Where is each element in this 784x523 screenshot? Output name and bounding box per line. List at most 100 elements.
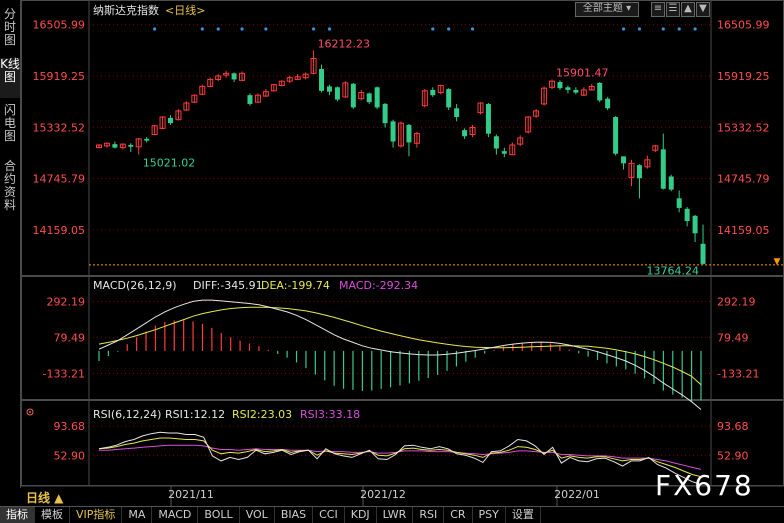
indicator-tab[interactable]: VIP指标 — [70, 507, 123, 523]
list-icon[interactable]: ☰ — [666, 2, 680, 17]
event-marker-dot — [153, 27, 157, 31]
x-axis-label: 2021/12 — [360, 488, 406, 501]
event-marker-dot — [431, 27, 435, 31]
event-marker-dot — [327, 27, 332, 31]
indicator-tab[interactable]: MA — [122, 507, 153, 523]
macd-legend-dea: DEA:-199.74 — [261, 279, 330, 292]
price-y-tick-left: 15332.52 — [33, 121, 86, 134]
indicator-tab[interactable]: CCI — [313, 507, 345, 523]
rsi-y-tick-left: 52.90 — [54, 449, 86, 462]
candle-body-down — [350, 83, 356, 108]
candle-body-down — [406, 124, 412, 143]
rsi2-line — [98, 437, 702, 478]
indicator-tab[interactable]: BIAS — [275, 507, 314, 523]
rsi-legend-rsi2: RSI2:23.03 — [232, 408, 292, 421]
macd-y-tick-right: -133.21 — [717, 367, 759, 380]
indicator-tab[interactable]: CR — [444, 507, 473, 523]
indicator-tab[interactable]: KDJ — [345, 507, 377, 523]
rsi-legend-rsi1: RSI1:12.12 — [165, 408, 225, 421]
candle-body-down — [454, 108, 460, 118]
candle-body-down — [390, 121, 396, 142]
period-label: <日线> — [165, 3, 205, 17]
price-candles — [89, 27, 784, 266]
up-arrow-icon[interactable]: ▲ — [681, 2, 695, 17]
candle-body-down — [565, 87, 571, 90]
sidebar-tab-flash[interactable]: 闪电图 — [0, 104, 20, 156]
event-marker-dot — [200, 27, 204, 31]
sidebar-tab-label: K线图 — [0, 57, 20, 84]
indicator-tab[interactable]: 指标 — [0, 507, 35, 523]
candle-body-down — [668, 176, 674, 190]
candle-body-down — [334, 87, 340, 100]
chart-area[interactable]: 16505.99 16505.99 15919.25 15919.25 15332.52… — [21, 0, 784, 522]
panel-border — [21, 276, 784, 400]
rsi-y-tick-left: 93.68 — [54, 420, 86, 433]
indicator-tab[interactable]: 设置 — [506, 507, 541, 523]
down-arrow-icon[interactable]: ▼ — [696, 2, 710, 17]
rsi-legend-title: RSI(6,12,24) — [93, 408, 161, 421]
price-annotation-label: 15021.02 — [143, 157, 196, 170]
price-y-tick-right: 15919.25 — [717, 70, 770, 83]
theme-select[interactable]: 全部主题 ▾ — [575, 2, 639, 17]
candle-body-down — [684, 208, 690, 222]
macd-panel — [98, 299, 702, 410]
panel-border — [21, 0, 784, 276]
macd-y-tick-left: 79.49 — [54, 331, 86, 344]
x-axis-label: 2022/01 — [554, 488, 600, 501]
candle-body-down — [605, 98, 611, 109]
price-y-tick-right: 14159.05 — [717, 224, 770, 237]
sidebar-tab-contract-info[interactable]: 合约资料 — [0, 160, 20, 212]
chart-text: 16505.99 16505.99 15919.25 15919.25 15332.52… — [26, 3, 781, 501]
indicator-tab[interactable]: PSY — [473, 507, 506, 523]
candle-body-down — [613, 117, 619, 154]
candle-body-down — [573, 89, 579, 93]
theme-select-label: 全部主题 — [582, 3, 623, 14]
candle-body-down — [636, 165, 642, 179]
event-marker-dot — [637, 27, 642, 31]
macd-y-tick-left: -133.21 — [43, 367, 85, 380]
chart-canvas[interactable]: 16505.99 16505.99 15919.25 15919.25 15332.52… — [21, 0, 784, 522]
candle-body-down — [128, 145, 134, 147]
candle-body-down — [319, 68, 325, 91]
candle-body-down — [621, 156, 627, 164]
period-selector[interactable]: 日线 ▲ — [26, 489, 63, 506]
rsi-y-tick-right: 93.68 — [717, 420, 749, 433]
candle-body-down — [692, 215, 698, 234]
macd-legend-title: MACD(26,12,9) — [93, 279, 177, 292]
macd-y-tick-right: 79.49 — [717, 331, 749, 344]
price-y-tick-left: 14745.79 — [33, 173, 86, 186]
fx678-watermark: FX678 — [655, 469, 754, 502]
candle-body-down — [144, 138, 150, 141]
candle-body-down — [676, 198, 682, 208]
candle-body-down — [493, 136, 499, 149]
indicator-tab[interactable]: LWR — [377, 507, 414, 523]
sidebar-tab-label: 闪电图 — [3, 103, 16, 143]
candle-body-down — [326, 86, 332, 92]
event-marker-dot — [240, 27, 244, 31]
indicator-tab[interactable]: 模板 — [35, 507, 70, 523]
candle-body-down — [231, 73, 237, 80]
rsi-panel — [98, 431, 702, 485]
left-sidebar: 分时图 K线图 闪电图 合约资料 — [0, 0, 21, 488]
rsi3-line — [99, 444, 702, 470]
settings-icon[interactable]: ≡ — [651, 2, 665, 17]
candle-body-down — [501, 151, 507, 154]
candle-body-down — [700, 243, 706, 264]
indicator-tab[interactable]: BOLL — [198, 507, 240, 523]
candle-body-down — [660, 149, 666, 189]
candle-body-down — [382, 103, 388, 124]
macd-y-tick-left: 292.19 — [47, 295, 86, 308]
instrument-name: 纳斯达克指数 — [93, 3, 159, 17]
sidebar-tab-timeshare[interactable]: 分时图 — [0, 8, 20, 48]
event-marker-dot — [264, 27, 268, 31]
event-marker-dot — [661, 27, 665, 31]
indicator-tab[interactable]: VOL — [240, 507, 275, 523]
sidebar-tab-kline[interactable]: K线图 — [0, 58, 20, 98]
candle-body-down — [112, 144, 118, 148]
indicator-tab[interactable]: MACD — [152, 507, 199, 523]
indicator-tab[interactable]: RSI — [413, 507, 445, 523]
x-axis-label: 2021/11 — [168, 488, 214, 501]
event-marker-dot — [216, 27, 220, 31]
candle-body-down — [366, 93, 372, 103]
price-y-tick-right: 16505.99 — [717, 19, 770, 32]
